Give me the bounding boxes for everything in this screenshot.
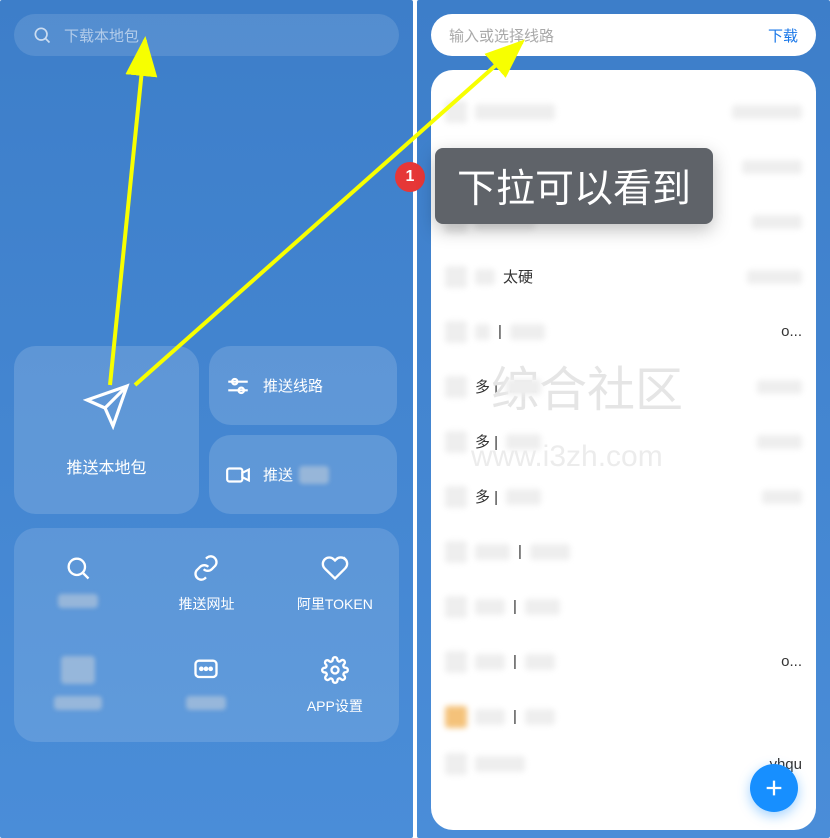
push-video-card[interactable]: 推送 [209,435,397,514]
list-item[interactable]: | [443,689,804,744]
chat-icon [192,656,220,684]
video-icon [225,462,251,488]
list-item[interactable]: | [443,524,804,579]
grid-item-search[interactable] [14,554,142,614]
search-icon [64,554,92,582]
grid-url-label: 推送网址 [178,594,234,614]
grid-item-blur1[interactable] [14,656,142,716]
search-bar-left[interactable]: 下载本地包 [14,14,399,56]
search-placeholder-right: 输入或选择线路 [449,25,554,46]
link-icon [192,554,220,582]
gear-icon [321,656,349,684]
search-placeholder-left: 下载本地包 [64,25,139,46]
grid-section: 推送网址 阿里TOKEN APP设置 [14,528,399,742]
list-item[interactable]: 太硬 [443,249,804,304]
search-icon [32,25,52,45]
left-panel: 下载本地包 推送本地包 推送线路 推送 [0,0,413,838]
push-route-label: 推送线路 [263,375,323,396]
grid-item-token[interactable]: 阿里TOKEN [271,554,399,614]
list-item[interactable]: 多 | [443,469,804,524]
push-local-card[interactable]: 推送本地包 [14,346,199,514]
fab-add-button[interactable] [750,764,798,812]
grid-settings-label: APP设置 [307,696,363,716]
plus-icon [763,777,785,799]
list-item[interactable]: 多 | [443,359,804,414]
card-section: 推送本地包 推送线路 推送 [14,346,399,514]
annotation-tooltip: 下拉可以看到 [435,148,713,224]
list-item[interactable]: yhqu [443,744,804,784]
send-icon [83,382,131,430]
sliders-icon [225,373,251,399]
list-item[interactable]: |o... [443,304,804,359]
grid-token-label: 阿里TOKEN [297,594,373,614]
search-bar-right[interactable]: 输入或选择线路 下载 [431,14,816,56]
grid-item-chat[interactable] [142,656,270,716]
annotation-badge: 1 [395,162,425,192]
list-item[interactable] [443,84,804,139]
heart-icon [321,554,349,582]
list-item[interactable]: |o... [443,634,804,689]
grid-item-url[interactable]: 推送网址 [142,554,270,614]
download-button[interactable]: 下载 [768,25,798,46]
list-item[interactable]: | [443,579,804,634]
grid-item-settings[interactable]: APP设置 [271,656,399,716]
list-item[interactable]: 多 | [443,414,804,469]
right-panel: 输入或选择线路 下载 综合社区 www.i3zh.com 太硬 |o... 多 … [417,0,830,838]
push-local-label: 推送本地包 [66,454,146,478]
push-route-card[interactable]: 推送线路 [209,346,397,425]
push-video-label: 推送 [263,464,293,485]
